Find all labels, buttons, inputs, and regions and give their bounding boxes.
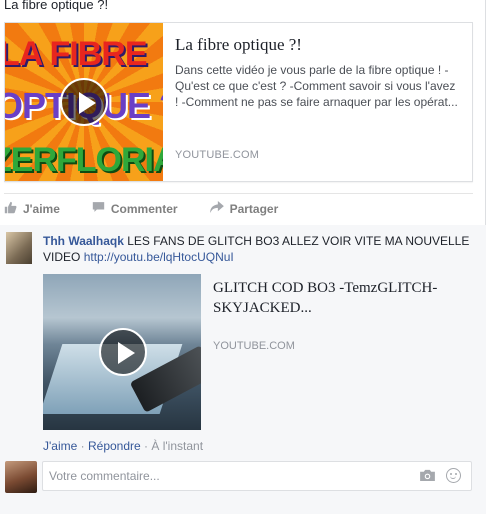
current-user-avatar[interactable] — [5, 461, 37, 493]
link-title[interactable]: La fibre optique ?! — [175, 35, 460, 55]
thumbnail-text-line-1: LA FIBRE — [5, 35, 148, 73]
comment-author[interactable]: Thh Waalhaqk — [43, 234, 124, 248]
comment-button[interactable]: Commenter — [92, 201, 178, 216]
comment-timestamp[interactable]: À l'instant — [151, 439, 203, 453]
post-text: La fibre optique ?! — [4, 0, 109, 12]
speech-bubble-icon — [92, 201, 105, 216]
separator: · — [77, 439, 88, 453]
video-title[interactable]: GLITCH COD BO3 -TemzGLITCH- SKYJACKED... — [213, 278, 463, 318]
play-icon[interactable] — [60, 78, 108, 126]
comment-like-link[interactable]: J'aime — [43, 439, 77, 453]
video-thumbnail[interactable] — [43, 274, 201, 430]
link-description: Dans cette vidéo je vous parle de la fib… — [175, 63, 458, 109]
post-action-bar: J'aime Commenter Partager — [4, 193, 473, 223]
comment-body: Thh Waalhaqk LES FANS DE GLITCH BO3 ALLE… — [43, 233, 473, 265]
play-icon[interactable] — [99, 328, 147, 376]
share-button[interactable]: Partager — [209, 201, 279, 216]
like-label: J'aime — [23, 201, 60, 216]
share-arrow-icon — [209, 201, 224, 216]
like-button[interactable]: J'aime — [4, 201, 60, 217]
comment-reply-link[interactable]: Répondre — [88, 439, 141, 453]
comment-label: Commenter — [110, 201, 178, 216]
link-source: YOUTUBE.COM — [175, 149, 260, 161]
smiley-icon[interactable] — [446, 468, 461, 483]
thumbnail-text-line-3: ZERFLORIAN — [5, 141, 163, 179]
video-source: YOUTUBE.COM — [213, 340, 295, 352]
link-preview[interactable]: LA FIBRE OPTIQUE ? ZERFLORIAN La fibre o… — [4, 22, 473, 182]
camera-icon[interactable] — [420, 469, 435, 481]
share-label: Partager — [229, 201, 279, 216]
thumbs-up-icon — [4, 201, 17, 217]
feed-card: La fibre optique ?! LA FIBRE OPTIQUE ? Z… — [0, 0, 486, 514]
separator: · — [140, 439, 152, 453]
commenter-avatar[interactable] — [6, 232, 32, 264]
reply-box[interactable] — [42, 461, 472, 491]
comment-link[interactable]: http://youtu.be/lqHtocUQNuI — [84, 250, 234, 264]
comments-section: Thh Waalhaqk LES FANS DE GLITCH BO3 ALLE… — [0, 225, 486, 514]
link-preview-body[interactable]: La fibre optique ?! Dans cette vidéo je … — [163, 23, 472, 181]
link-thumbnail[interactable]: LA FIBRE OPTIQUE ? ZERFLORIAN — [5, 23, 163, 181]
comment-actions: J'aime · Répondre · À l'instant — [43, 439, 203, 453]
comment-input[interactable] — [43, 462, 383, 490]
